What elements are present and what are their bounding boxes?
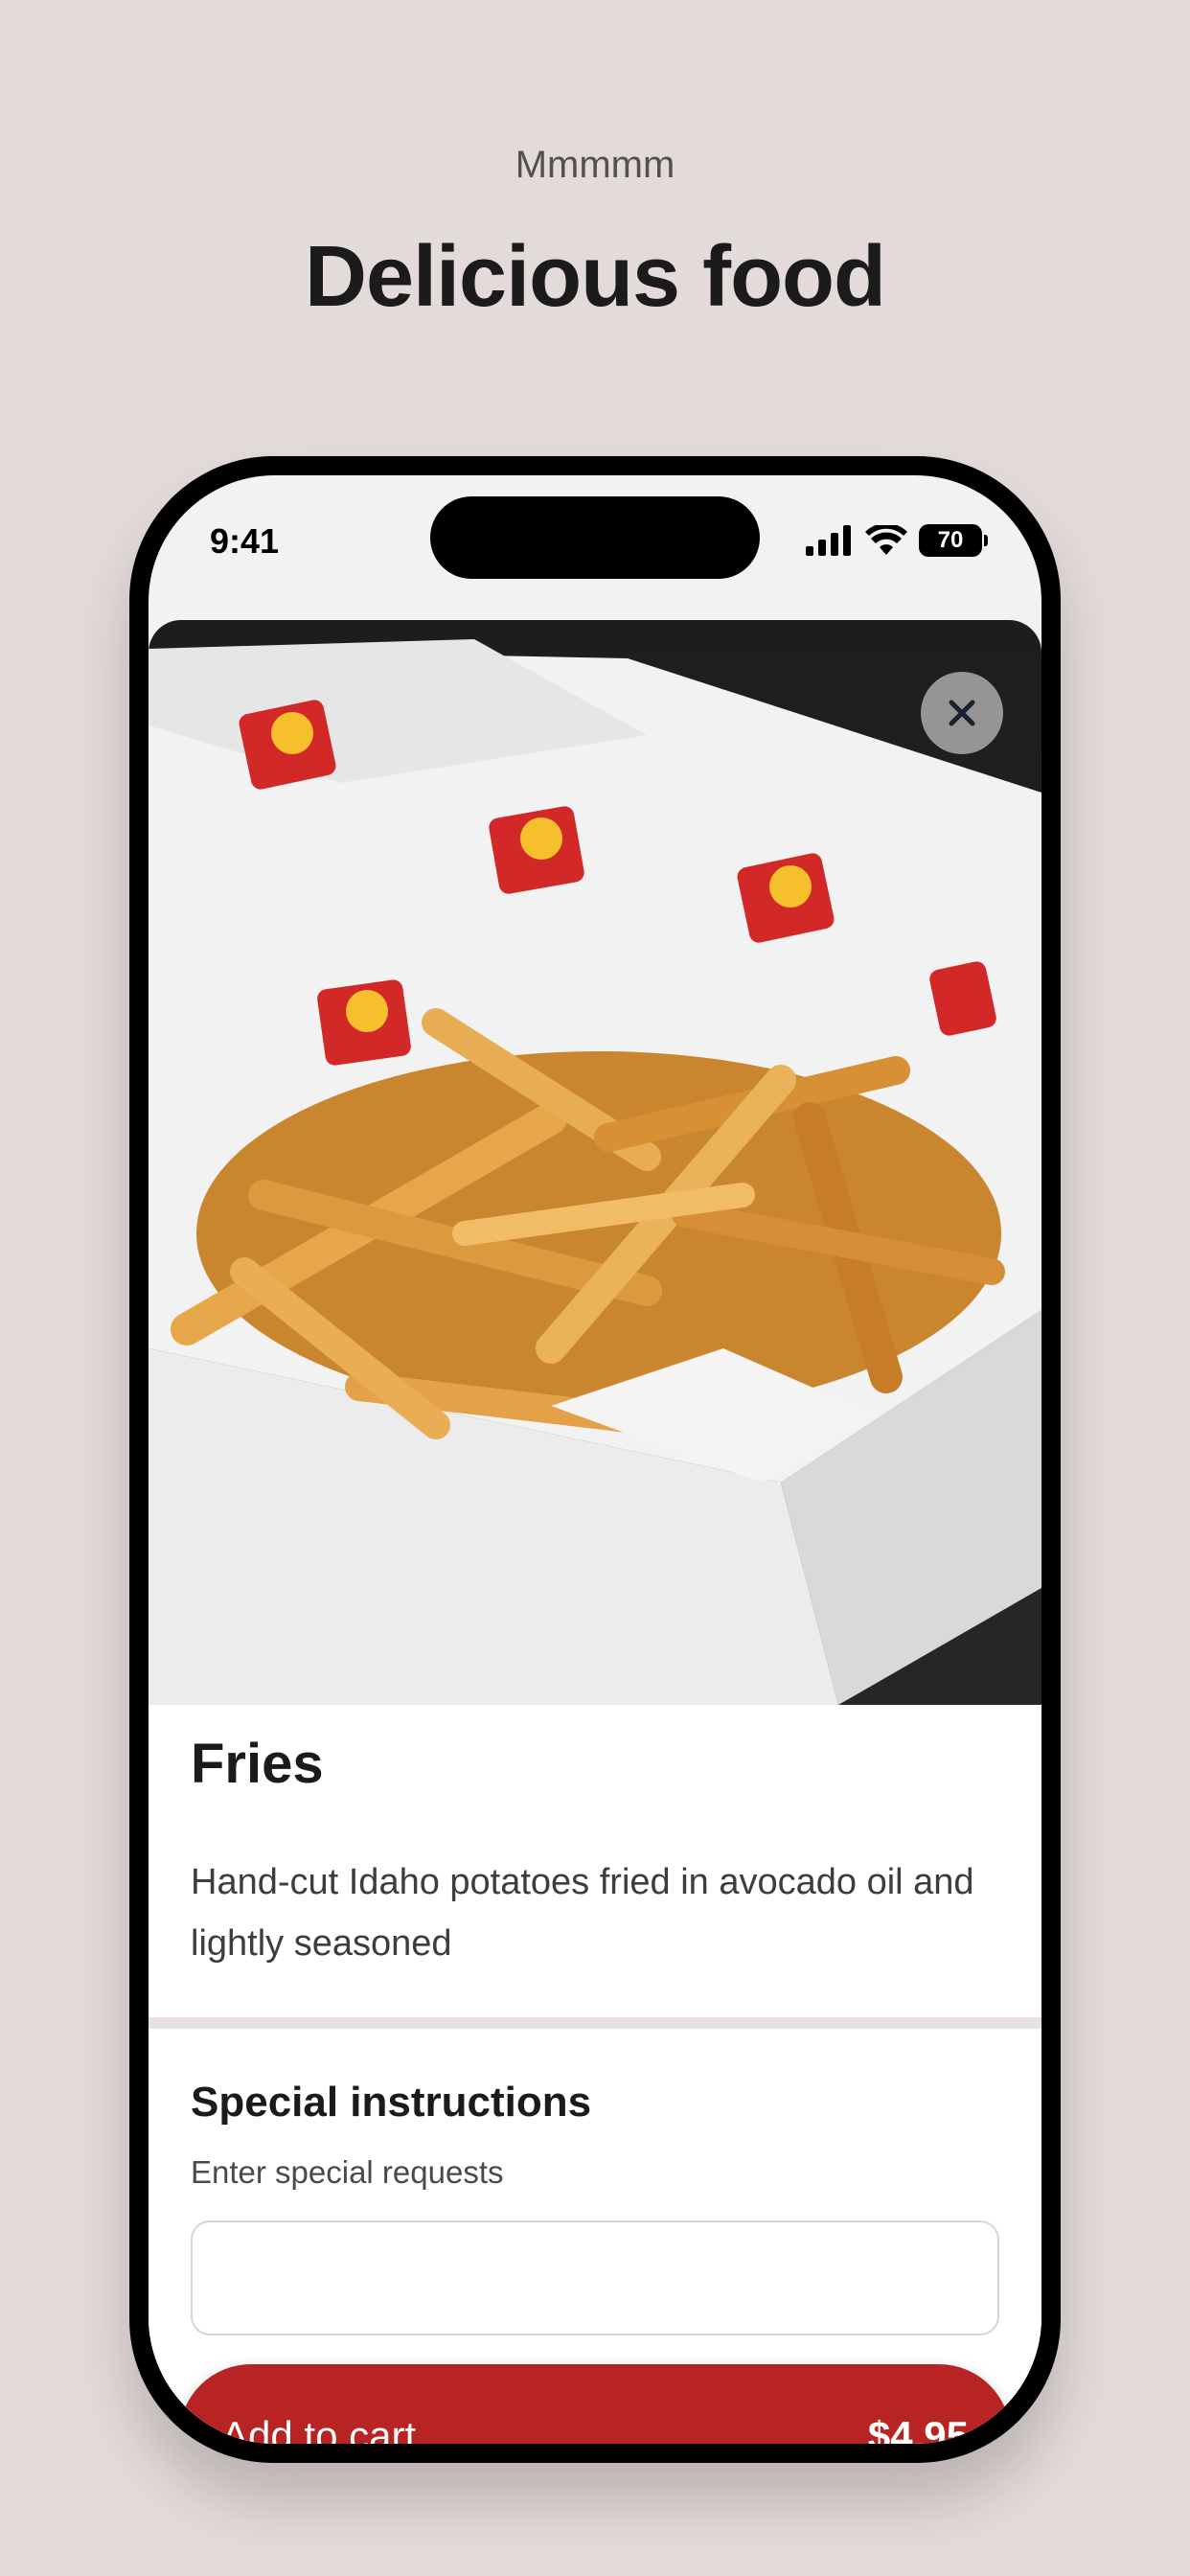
battery-level: 70 — [937, 527, 964, 553]
item-image — [149, 620, 1041, 1705]
item-detail-sheet: Fries Hand-cut Idaho potatoes fried in a… — [149, 620, 1041, 2444]
dynamic-island — [430, 496, 760, 579]
status-time: 9:41 — [210, 521, 280, 561]
page-headline: Delicious food — [304, 229, 886, 325]
phone-screen: 9:41 70 Fries Hand-cut Idaho potatoes fr… — [149, 475, 1041, 2444]
battery-icon: 70 — [919, 524, 988, 557]
add-to-cart-price: $4.95 — [867, 2413, 969, 2444]
cellular-signal-icon — [806, 525, 851, 556]
wifi-icon — [865, 525, 907, 555]
section-divider — [149, 2017, 1041, 2029]
add-to-cart-button[interactable]: Add to cart $4.95 — [179, 2364, 1011, 2444]
phone-frame: 9:41 70 Fries Hand-cut Idaho potatoes fr… — [129, 456, 1061, 2463]
page-eyebrow: Mmmmm — [515, 144, 675, 186]
special-instructions-input[interactable] — [191, 2220, 999, 2335]
fries-illustration — [149, 639, 1041, 1705]
special-instructions-subtitle: Enter special requests — [191, 2154, 504, 2190]
item-description: Hand-cut Idaho potatoes fried in avocado… — [191, 1862, 974, 1964]
close-button[interactable] — [921, 672, 1003, 754]
close-icon — [949, 700, 975, 726]
add-to-cart-label: Add to cart — [221, 2413, 417, 2444]
item-title: Fries — [191, 1733, 324, 1795]
special-instructions-title: Special instructions — [191, 2079, 592, 2126]
status-icons: 70 — [806, 521, 988, 560]
